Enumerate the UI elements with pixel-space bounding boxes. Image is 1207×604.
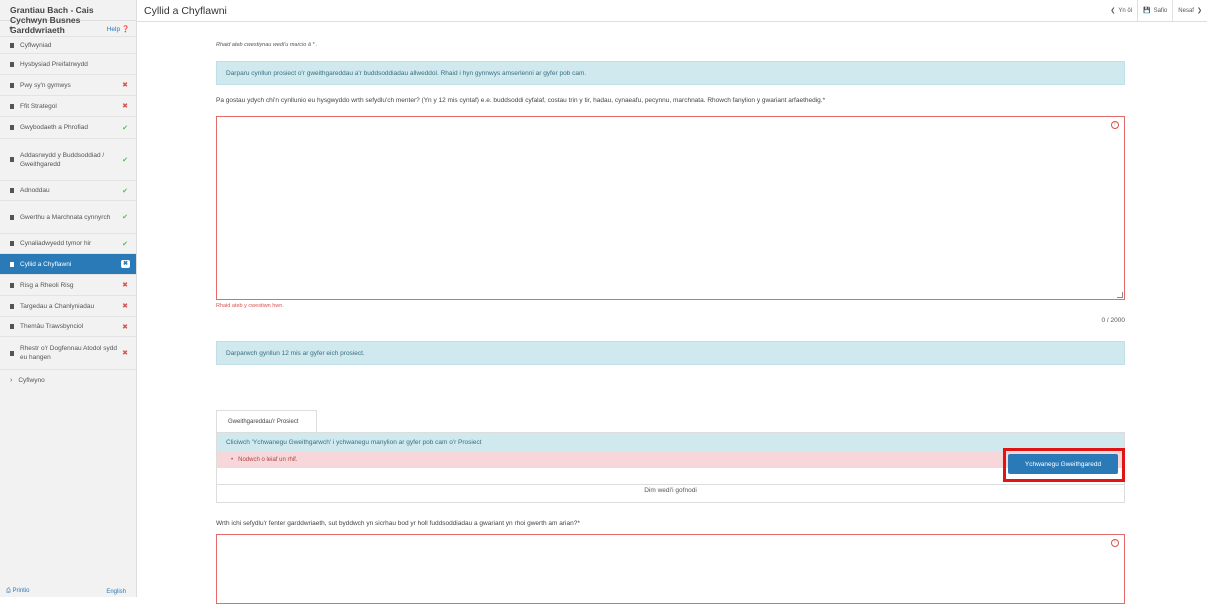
document-icon [10, 157, 14, 162]
document-icon [10, 214, 14, 220]
no-data-text: Dim wedi'i gofnodi [644, 487, 697, 494]
sidebar-item-addasrwydd[interactable]: Addasrwydd y Buddsoddiad / Gweithgaredd … [0, 139, 136, 181]
tab-project-activities[interactable]: Gweithgareddau'r Prosiect [216, 410, 317, 432]
sidebar-item-targedau[interactable]: Targedau a Chanlyniadau ✖ [0, 296, 136, 317]
document-icon [10, 125, 14, 130]
error-message: Rhaid ateb y cwestiwn hwn. [216, 303, 284, 309]
error-icon: ! [1111, 121, 1119, 129]
incomplete-icon: ✖ [122, 323, 128, 331]
question-costs: Pa gostau ydych chi'n cynllunio eu hysgw… [216, 97, 826, 104]
sidebar-item-rhestr[interactable]: Rhestr o'r Dogfennau Atodol sydd eu hang… [0, 337, 136, 370]
save-icon: 💾 [1143, 8, 1151, 14]
document-icon [10, 350, 14, 356]
document-icon [10, 61, 14, 67]
complete-icon: ✔ [122, 187, 128, 195]
info-12-month-plan: Darparwch gynllun 12 mis ar gyfer eich p… [216, 341, 1125, 365]
incomplete-icon: ✖ [122, 103, 128, 110]
page-title: Cyllid a Chyflawni [144, 4, 227, 17]
value-for-money-textarea[interactable]: ! [216, 534, 1125, 604]
document-icon [10, 188, 14, 193]
print-link[interactable]: ⎙ Printio [6, 588, 30, 595]
sidebar-item-themau[interactable]: Themâu Trawsbynciol ✖ [0, 317, 136, 337]
resize-handle[interactable] [1117, 292, 1123, 298]
bullet-icon: • [231, 457, 234, 463]
sidebar-item-hysbysiad[interactable]: Hysbysiad Preifatrwydd [0, 54, 136, 75]
sidebar-item-cynaliadwyedd[interactable]: Cynaliadwyedd tymor hir ✔ [0, 234, 136, 254]
error-list: • Nodwch o leiaf un rhif. [217, 452, 1124, 468]
incomplete-icon: ✖ [122, 282, 128, 289]
language-link[interactable]: English [106, 589, 126, 595]
complete-icon: ✔ [122, 214, 128, 221]
header: Cyllid a Chyflawni ❮ Yn ôl 💾 Safio Nesaf ❯ [137, 0, 1207, 22]
sidebar-item-cyllid[interactable]: Cyllid a Chyflawni ✖ [0, 254, 136, 275]
question-value-for-money: Wrth ichi sefydlu'r fenter garddwriaeth,… [216, 520, 580, 527]
document-icon [10, 261, 14, 267]
complete-icon: ✔ [122, 240, 128, 248]
highlight-box [1003, 448, 1125, 482]
help-icon: ❓ [121, 25, 130, 33]
app-title: Grantiau Bach - Cais Cychwyn Busnes Gard… [0, 0, 136, 35]
sidebar-item-cyflwyno[interactable]: › Cyflwyno [0, 370, 136, 390]
back-button[interactable]: ❮ Yn ôl [1105, 0, 1137, 21]
incomplete-icon: ✖ [122, 303, 128, 310]
sidebar-item-risg[interactable]: Risg a Rheoli Risg ✖ [0, 275, 136, 296]
sidebar-item-ffit[interactable]: Ffit Strategol ✖ [0, 96, 136, 117]
document-icon [10, 42, 14, 48]
required-note: Rhaid ateb cwestiynau wedi'u marcio â * … [216, 42, 318, 48]
document-icon [10, 82, 14, 88]
info-project-plan: Darparu cynllun prosiect o'r gweithgared… [216, 61, 1125, 85]
divider [217, 484, 1124, 485]
complete-icon: ✔ [122, 124, 128, 132]
sidebar-item-pwy[interactable]: Pwy sy'n gymwys ✖ [0, 75, 136, 96]
costs-textarea[interactable]: ! [216, 116, 1125, 300]
chevron-right-icon: ❯ [1196, 8, 1202, 14]
incomplete-icon: ✖ [122, 350, 128, 357]
sidebar-item-gwybodaeth[interactable]: Gwybodaeth a Phrofiad ✔ [0, 117, 136, 139]
help-link[interactable]: Help ❓ [107, 25, 130, 33]
error-icon: ! [1111, 539, 1119, 547]
info-add-activity: Cliciwch 'Ychwanegu Gweithgarwch' i ychw… [217, 433, 1124, 452]
document-icon [10, 303, 14, 309]
document-icon [10, 282, 14, 288]
document-icon [10, 324, 14, 329]
printer-icon: ⎙ [6, 588, 11, 594]
user-icon[interactable]: ● [9, 25, 13, 32]
sidebar: Grantiau Bach - Cais Cychwyn Busnes Gard… [0, 0, 137, 597]
incomplete-icon: ✖ [122, 82, 128, 89]
complete-icon: ✔ [122, 156, 128, 164]
next-button[interactable]: Nesaf ❯ [1172, 0, 1207, 21]
save-button[interactable]: 💾 Safio [1137, 0, 1172, 21]
chevron-left-icon: ❮ [1110, 8, 1116, 14]
sidebar-item-gwerthu[interactable]: Gwerthu a Marchnata cynnyrch ✔ [0, 201, 136, 234]
chevron-right-icon: › [10, 376, 13, 384]
incomplete-icon: ✖ [121, 260, 130, 268]
sidebar-item-adnoddau[interactable]: Adnoddau ✔ [0, 181, 136, 201]
sidebar-item-cyflwyniad[interactable]: Cyflwyniad [0, 37, 136, 54]
document-icon [10, 103, 14, 109]
document-icon [10, 241, 14, 246]
activities-panel: Cliciwch 'Ychwanegu Gweithgarwch' i ychw… [216, 432, 1125, 503]
character-counter: 0 / 2000 [1101, 317, 1126, 324]
